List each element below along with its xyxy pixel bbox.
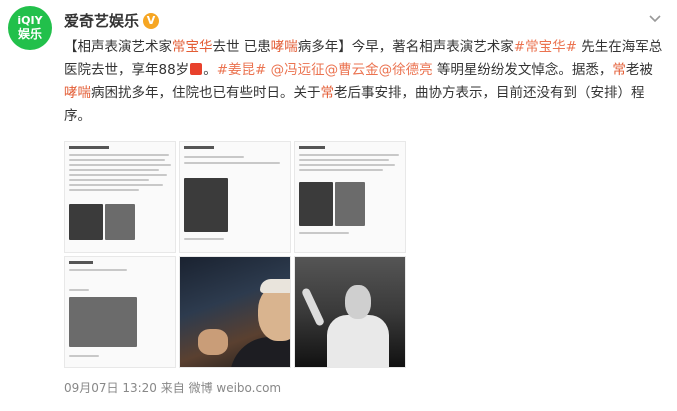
photo-figure-arm <box>300 287 326 327</box>
screenshot-text-line <box>299 154 399 156</box>
screenshot-text-line <box>299 232 349 234</box>
screenshot-text-line <box>69 164 171 166</box>
screenshot-text-line <box>69 174 167 176</box>
post-text-segment: 病困扰多年，住院也已有些时日。关于 <box>91 85 321 101</box>
mention-link[interactable]: @徐德亮 <box>379 62 433 78</box>
mention-link[interactable]: @曹云金 <box>325 62 379 78</box>
post-text-segment: 等明星纷纷发文悼念。据悉， <box>432 62 613 78</box>
image-thumbnail[interactable] <box>64 141 176 253</box>
screenshot-text-line <box>69 289 89 291</box>
screenshot-photo <box>105 204 135 240</box>
screenshot-text-line <box>69 184 163 186</box>
screenshot-photo <box>184 178 228 232</box>
screenshot-header <box>299 146 325 149</box>
screenshot-photo <box>299 182 333 226</box>
post-source: 来自 微博 weibo.com <box>156 381 282 395</box>
image-thumbnail[interactable] <box>179 256 291 368</box>
weibo-post-card: iQIY 娱乐 爱奇艺娱乐 V 【相声表演艺术家常宝华去世 已患哮喘病多年】今早… <box>0 0 677 411</box>
screenshot-text-line <box>184 238 224 240</box>
screenshot-text-line <box>69 269 127 271</box>
photo-figure-face <box>345 285 371 319</box>
image-thumbnail[interactable] <box>294 256 406 368</box>
verified-badge-icon: V <box>143 12 160 29</box>
highlight-keyword: 常 <box>612 62 626 78</box>
hashtag-link[interactable]: #姜昆# <box>217 62 267 78</box>
account-name[interactable]: 爱奇艺娱乐 <box>64 10 139 31</box>
screenshot-photo <box>335 182 365 226</box>
screenshot-text-line <box>69 154 169 156</box>
post-text-segment: 老被 <box>625 62 653 78</box>
screenshot-text-line <box>299 164 395 166</box>
avatar-logo-subtext: 娱乐 <box>17 27 42 41</box>
screenshot-text-line <box>184 162 280 164</box>
screenshot-text-line <box>69 189 139 191</box>
screenshot-header <box>69 261 93 264</box>
avatar-logo-text: iQIY <box>17 14 43 27</box>
photo-hand <box>198 329 228 355</box>
screenshot-header <box>69 146 109 149</box>
screenshot-text-line <box>69 169 159 171</box>
post-text: 【相声表演艺术家常宝华去世 已患哮喘病多年】今早，著名相声表演艺术家#常宝华# … <box>64 36 664 128</box>
highlight-keyword: 哮喘 <box>64 85 91 101</box>
account-name-row: 爱奇艺娱乐 V <box>64 10 160 31</box>
screenshot-photo <box>69 297 137 347</box>
account-avatar[interactable]: iQIY 娱乐 <box>8 6 52 50</box>
candle-emoji-icon <box>190 63 203 75</box>
post-timestamp[interactable]: 09月07日 13:20 <box>64 381 157 395</box>
screenshot-text-line <box>69 159 165 161</box>
post-text-segment: 【相声表演艺术家 <box>64 39 172 55</box>
screenshot-text-line <box>69 179 149 181</box>
screenshot-text-line <box>184 156 244 158</box>
post-text-segment: 去世 已患 <box>212 39 271 55</box>
post-text-segment: 病多年】今早，著名相声表演艺术家 <box>297 39 514 55</box>
photo-figure-hair <box>260 279 290 293</box>
image-thumbnail[interactable] <box>294 141 406 253</box>
screenshot-text-line <box>69 355 99 357</box>
photo-figure-body <box>230 337 290 367</box>
highlight-keyword: 常宝华 <box>172 39 213 55</box>
post-meta: 09月07日 13:20 来自 微博 weibo.com <box>64 379 281 396</box>
screenshot-text-line <box>299 159 389 161</box>
mention-link[interactable]: @冯远征 <box>266 62 325 78</box>
screenshot-photo <box>69 204 103 240</box>
highlight-keyword: 常 <box>320 85 335 101</box>
screenshot-header <box>184 146 214 149</box>
highlight-keyword: 哮喘 <box>270 39 298 55</box>
image-thumbnail[interactable] <box>179 141 291 253</box>
screenshot-text-line <box>299 169 383 171</box>
image-thumbnail[interactable] <box>64 256 176 368</box>
photo-figure-robe <box>327 315 389 367</box>
photo-figure-face <box>258 285 290 341</box>
post-text-segment: 。 <box>203 62 217 78</box>
hashtag-link[interactable]: #常宝华# <box>514 39 577 55</box>
chevron-down-icon[interactable] <box>645 12 665 28</box>
